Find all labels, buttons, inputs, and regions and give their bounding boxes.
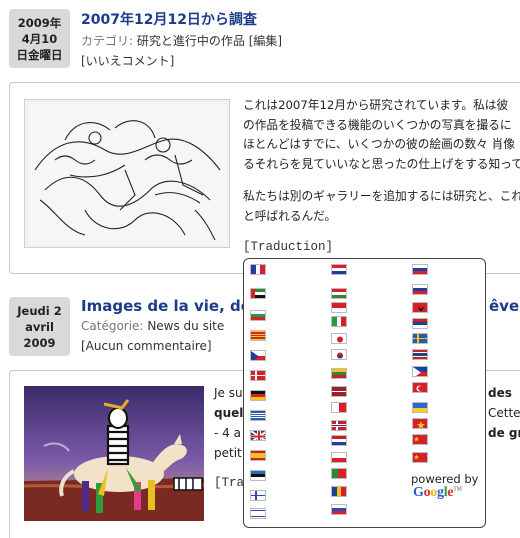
body-line: petit (214, 446, 242, 460)
body-line: quel (214, 406, 244, 420)
category-label: Catégorie: (81, 319, 144, 333)
post-body-right-column: des Cette de gra (488, 383, 520, 443)
post-title-tail[interactable]: êve p (489, 297, 520, 315)
flag-catalonia-icon[interactable] (250, 330, 266, 341)
flag-slovakia-icon[interactable] (412, 264, 428, 275)
body-line: des (488, 386, 512, 400)
flag-norway-icon[interactable] (331, 420, 347, 431)
date-day: 4月10 (21, 32, 58, 46)
flag-italy-icon[interactable] (331, 316, 347, 327)
flag-estonia-icon[interactable] (250, 470, 266, 481)
post-date-badge: 2009年 4月10 日金曜日 (9, 9, 70, 68)
post-body-paragraph-1: これは2007年12月から研究されています。私は彼 の作品を投稿できる機能のいく… (243, 96, 520, 174)
category-link[interactable]: News du site (147, 319, 224, 333)
post-body-paragraph-2: 私たちは別のギャラリーを追加するには研究と、これ と呼ばれるんだ。 (243, 187, 520, 226)
date-weekday: Jeudi 2 (17, 304, 62, 318)
flag-china-icon[interactable] (412, 434, 428, 445)
flag-latvia-icon[interactable] (331, 386, 347, 397)
flag-turkey-icon[interactable] (412, 382, 428, 393)
powered-by-text: powered by (411, 472, 479, 486)
translate-link[interactable]: [Traduction] (243, 240, 333, 254)
flag-japan-icon[interactable] (331, 333, 347, 344)
flag-uae-icon[interactable] (250, 288, 266, 299)
post-image-painting[interactable] (24, 386, 204, 521)
sketch-illustration (29, 104, 227, 245)
post-body-left-column: Je su quel - 4 a petit (214, 383, 243, 463)
comments-link[interactable]: [いいえコメント] (81, 52, 174, 69)
body-line: Cette (488, 406, 520, 420)
flag-portugal-icon[interactable] (331, 468, 347, 479)
body-line: 私たちは別のギャラリーを追加するには研究と、これ (243, 189, 520, 203)
body-line: ほとんどはすでに、いくつかの彼の絵画の数々 肖像 (243, 137, 515, 151)
flag-israel-icon[interactable] (250, 508, 266, 519)
flag-romania-icon[interactable] (331, 486, 347, 497)
flag-philippines-icon[interactable] (412, 366, 428, 377)
post-category: Catégorie: News du site (81, 319, 224, 333)
zebra-rider-illustration (24, 386, 204, 521)
flag-vietnam-icon[interactable] (412, 418, 428, 429)
flag-denmark-icon[interactable] (250, 370, 266, 381)
flag-spain-icon[interactable] (250, 450, 266, 461)
date-year: 2009年 (17, 16, 62, 30)
body-line: の作品を投稿できる機能のいくつかの写真を撮るに (243, 117, 512, 132)
category-link[interactable]: 研究と進行中の作品 (137, 34, 245, 48)
flag-albania-icon[interactable] (412, 302, 428, 313)
post-category: カテゴリ: 研究と進行中の作品 [編集] (81, 32, 282, 49)
flag-lithuania-icon[interactable] (331, 368, 347, 379)
body-line: るそれらを見ていいなと思ったの仕上げをする知って (243, 156, 520, 171)
date-weekday: 日金曜日 (16, 48, 63, 62)
flag-thailand-icon[interactable] (412, 349, 428, 360)
flag-czech-icon[interactable] (250, 350, 266, 361)
flag-greece-icon[interactable] (250, 410, 266, 421)
body-line: これは2007年12月から研究されています。私は彼 (243, 98, 509, 112)
flag-bulgaria-icon[interactable] (250, 310, 266, 321)
flag-hungary-icon[interactable] (331, 288, 347, 299)
flag-indonesia-icon[interactable] (331, 302, 347, 313)
flag-serbia-icon[interactable] (412, 318, 428, 329)
body-line: と呼ばれるんだ。 (243, 208, 337, 223)
post-date-badge: Jeudi 2 avril 2009 (9, 297, 70, 356)
flag-finland-icon[interactable] (250, 490, 266, 501)
edit-link[interactable]: [編集] (249, 34, 282, 48)
body-line: - 4 a (214, 426, 241, 440)
flag-uk-icon[interactable] (250, 430, 266, 441)
flag-sweden-icon[interactable] (412, 333, 428, 344)
post-title-link[interactable]: Images de la vie, de (81, 297, 251, 315)
flag-netherlands-icon[interactable] (331, 435, 347, 446)
google-logo[interactable]: GoogleTM (413, 485, 462, 501)
date-year: 2009 (23, 336, 56, 350)
comments-link[interactable]: [Aucun commentaire] (81, 339, 212, 353)
trademark-mark: TM (453, 486, 462, 493)
body-line: de gra (488, 426, 520, 440)
flag-slovenia-icon[interactable] (412, 284, 428, 295)
flag-korea-icon[interactable] (331, 349, 347, 360)
post-image-drawing[interactable] (24, 99, 230, 248)
flag-croatia-icon[interactable] (331, 264, 347, 275)
flag-france-icon[interactable] (250, 264, 266, 275)
body-line: Je su (214, 386, 243, 400)
post-title-link[interactable]: 2007年12月12日から調査 (81, 9, 257, 29)
category-label: カテゴリ: (81, 34, 134, 48)
flag-malta-icon[interactable] (331, 402, 347, 413)
flag-taiwan-icon[interactable] (412, 452, 428, 463)
flag-germany-icon[interactable] (250, 390, 266, 401)
flag-poland-icon[interactable] (331, 452, 347, 463)
flag-russia-icon[interactable] (331, 504, 347, 515)
date-month: avril (25, 320, 54, 334)
flag-ukraine-icon[interactable] (412, 402, 428, 413)
